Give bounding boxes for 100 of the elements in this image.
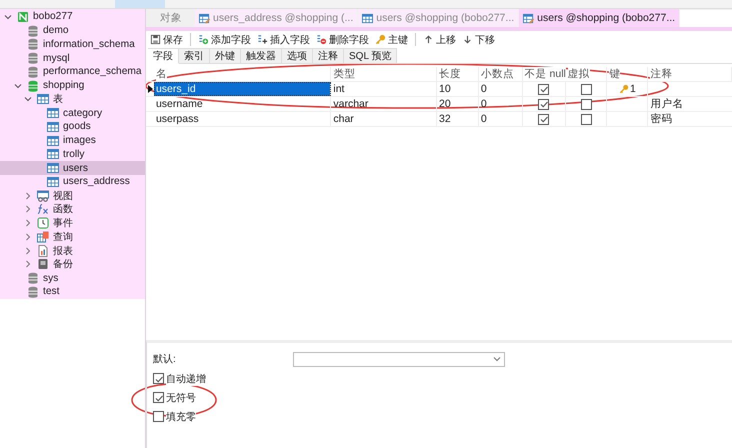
tree-item[interactable]: goods <box>0 120 145 134</box>
tree-item[interactable]: shopping <box>0 78 145 92</box>
toolbar-button[interactable]: 上移 <box>421 32 458 47</box>
tree-item[interactable]: 备份 <box>0 258 145 272</box>
tab[interactable]: 外键 <box>210 48 241 64</box>
chevron-right-icon[interactable] <box>24 246 32 255</box>
table-icon <box>47 176 59 188</box>
table-design-icon <box>523 12 534 24</box>
tree-item[interactable]: 表 <box>0 92 145 106</box>
tree-item[interactable]: category <box>0 106 145 120</box>
database-icon <box>27 272 39 284</box>
connection-icon <box>17 10 29 23</box>
table-cell: 0 <box>478 112 523 126</box>
tree-item[interactable]: demo <box>0 24 145 38</box>
tree-item[interactable]: 报表 <box>0 244 145 258</box>
chevron-down-icon[interactable] <box>4 12 12 21</box>
table-cell: int <box>331 82 437 96</box>
table-icon <box>47 107 59 120</box>
chevron-right-icon[interactable] <box>24 192 32 200</box>
chevron-right-icon[interactable] <box>24 260 32 268</box>
table-cell: 10 <box>437 82 479 96</box>
tree-item[interactable]: sys <box>0 271 145 285</box>
menu-item-highlight <box>115 0 165 8</box>
checkbox[interactable] <box>538 84 550 94</box>
function-icon <box>37 203 49 216</box>
tree-item[interactable]: trolly <box>0 148 145 162</box>
tree-item[interactable]: 函数 <box>0 202 145 216</box>
column-header: 注释 <box>650 67 672 81</box>
chevron-right-icon[interactable] <box>24 232 32 241</box>
database-icon <box>27 286 39 298</box>
toolbar-button[interactable]: 下移 <box>460 32 497 47</box>
checkbox[interactable] <box>153 411 164 422</box>
tree-item[interactable]: mysql <box>0 51 145 65</box>
tab[interactable]: 字段 <box>148 48 179 64</box>
toolbar-button[interactable]: 插入字段 <box>255 32 312 47</box>
tree-item[interactable]: users_address <box>0 175 145 189</box>
backup-icon <box>37 258 49 270</box>
checkbox[interactable] <box>580 114 592 124</box>
column-header: 键 <box>609 67 620 81</box>
checkbox[interactable] <box>580 84 592 94</box>
tab[interactable]: SQL 预览 <box>344 48 398 64</box>
column-header: 类型 <box>333 67 356 81</box>
table-cell: 20 <box>437 97 479 111</box>
tree-item[interactable]: test <box>0 285 145 299</box>
chevron-down-icon <box>493 355 501 363</box>
tree-item[interactable]: 视图 <box>0 188 145 202</box>
table-cell: 用户名 <box>650 97 684 111</box>
table-design-icon <box>199 12 210 24</box>
checkbox-label: 自动递增 <box>166 372 206 386</box>
toolbar-button[interactable]: 添加字段 <box>196 32 253 47</box>
table-icon <box>47 162 59 174</box>
column-header: 名 <box>156 67 167 81</box>
tab[interactable]: users @shopping (bobo277... <box>519 9 680 27</box>
tree-item[interactable]: 查询 <box>0 230 145 244</box>
checkbox[interactable] <box>580 98 592 110</box>
toolbar-button[interactable]: 删除字段 <box>314 32 371 47</box>
table-icon <box>362 12 374 24</box>
checkbox[interactable] <box>153 392 164 403</box>
checkbox[interactable] <box>153 373 164 384</box>
checkbox[interactable] <box>538 98 550 110</box>
tab[interactable]: 触发器 <box>241 48 282 64</box>
tree-item[interactable]: images <box>0 134 145 148</box>
tree-item[interactable]: bobo277 <box>0 10 145 24</box>
tree-item[interactable]: performance_schema <box>0 65 145 79</box>
database-icon <box>27 66 39 78</box>
checkbox-label: 填充零 <box>166 410 196 424</box>
tree-item[interactable]: 事件 <box>0 216 145 230</box>
tab[interactable]: 注释 <box>313 48 344 64</box>
chevron-down-icon[interactable] <box>24 95 32 104</box>
column-header: 小数点 <box>480 67 514 81</box>
down-arrow-icon <box>462 34 473 45</box>
table-cell[interactable]: username <box>154 97 332 111</box>
tab[interactable]: 索引 <box>179 48 210 64</box>
tree-item[interactable]: information_schema <box>0 38 145 52</box>
table-cell: varchar <box>331 97 437 111</box>
database-icon <box>27 24 39 37</box>
table-icon <box>37 93 49 106</box>
key-icon <box>375 34 386 45</box>
tab[interactable]: 选项 <box>282 48 313 64</box>
column-header: 长度 <box>438 67 461 81</box>
table-cell[interactable]: userpass <box>154 112 332 126</box>
chevron-down-icon[interactable] <box>14 82 22 90</box>
checkbox[interactable] <box>538 114 550 124</box>
clock-icon <box>37 217 49 230</box>
add-field-icon <box>198 34 209 45</box>
insert-field-icon <box>257 34 268 45</box>
chevron-right-icon[interactable] <box>24 219 32 228</box>
table-icon <box>47 148 59 160</box>
key-icon <box>618 84 629 94</box>
save-icon <box>150 34 161 45</box>
database-icon <box>27 80 39 92</box>
delete-field-icon <box>316 34 327 45</box>
toolbar-button[interactable]: 保存 <box>148 32 185 47</box>
report-icon <box>37 244 49 257</box>
table-cell[interactable]: users_id <box>154 82 332 96</box>
tree-item[interactable]: users <box>0 161 145 175</box>
chevron-right-icon[interactable] <box>24 205 32 214</box>
database-icon <box>27 52 39 64</box>
toolbar-button[interactable]: 主键 <box>373 32 410 47</box>
database-icon <box>27 38 39 50</box>
